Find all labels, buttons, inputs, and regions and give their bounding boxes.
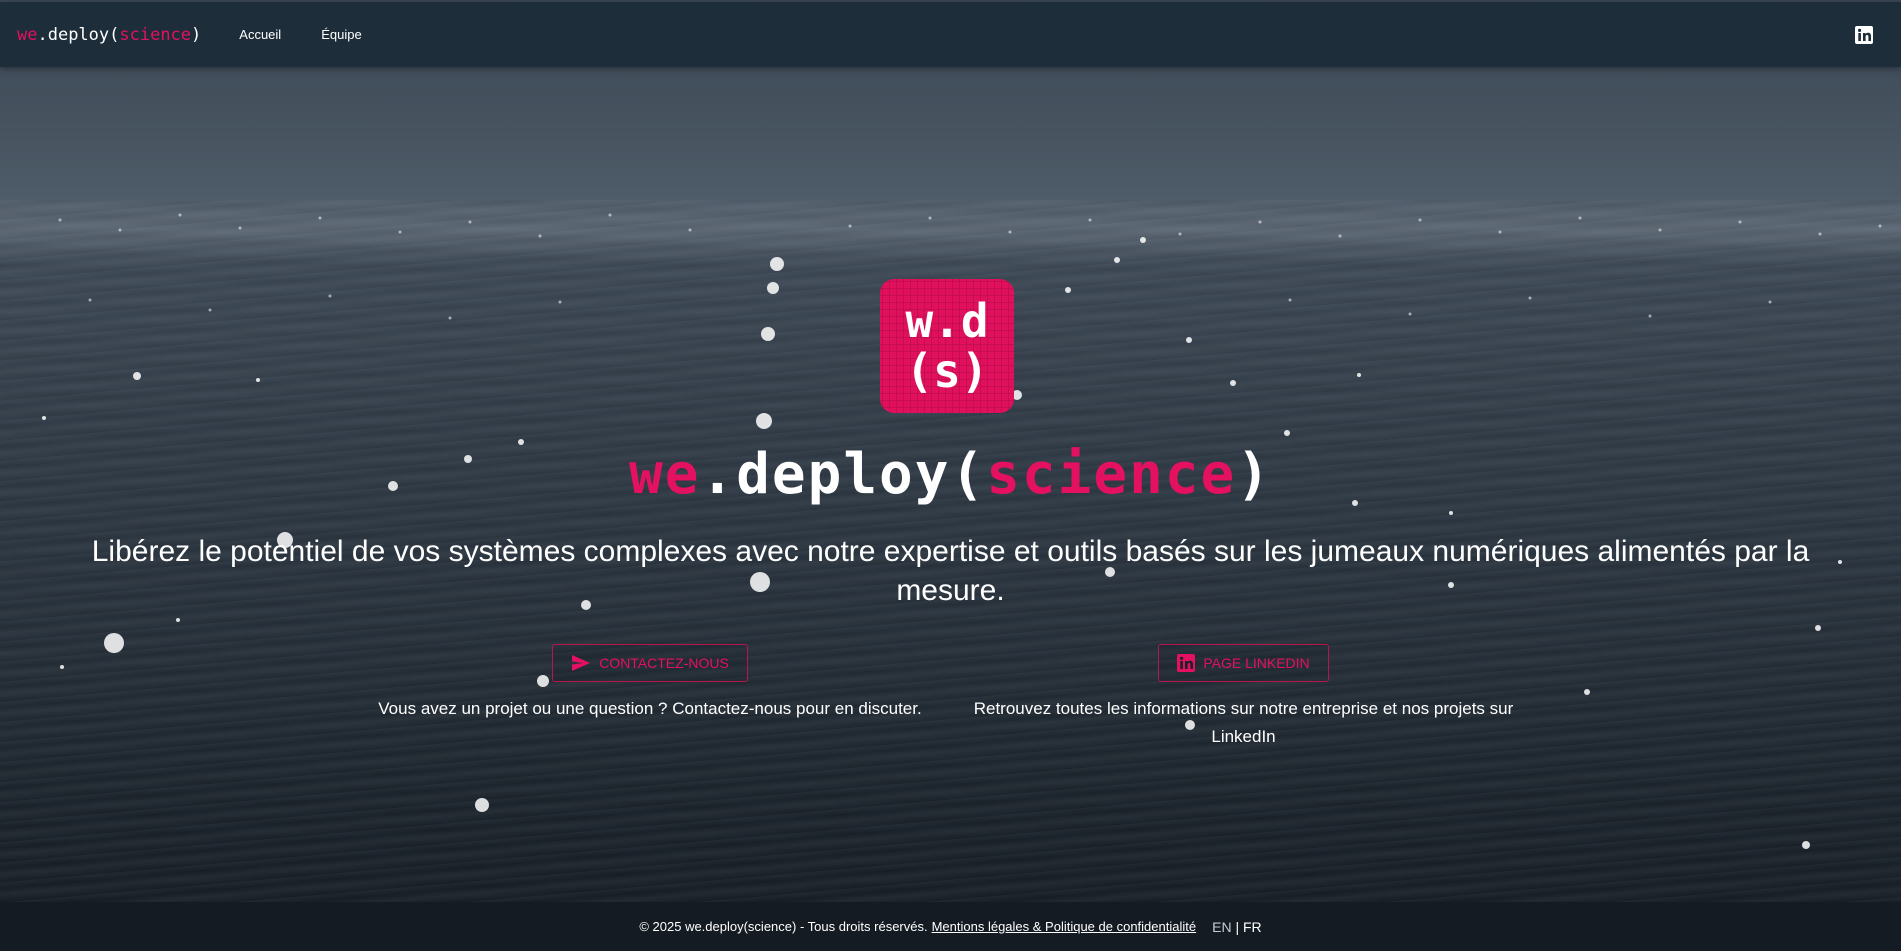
hero-tagline: Libérez le potentiel de vos systèmes com… <box>91 535 1810 607</box>
lang-separator: | <box>1235 918 1240 935</box>
brand-part-close: ) <box>191 24 202 45</box>
page-footer: © 2025 we.deploy(science) - Tous droits … <box>0 902 1901 951</box>
language-switcher: EN | FR <box>1212 919 1262 935</box>
linkedin-icon[interactable] <box>1855 26 1873 44</box>
linkedin-page-button[interactable]: PAGE LINKEDIN <box>1158 644 1329 682</box>
lang-en-option[interactable]: EN <box>1212 919 1231 935</box>
lang-fr-option[interactable]: FR <box>1243 919 1262 935</box>
contact-section: CONTACTEZ-NOUS Vous avez un projet ou un… <box>370 644 930 723</box>
nav-link-accueil[interactable]: Accueil <box>239 27 281 42</box>
hero-title-close: ) <box>1236 442 1272 507</box>
hero-logo: w.d (s) <box>880 279 1014 413</box>
brand-part-deploy: .deploy( <box>37 24 120 45</box>
contact-button[interactable]: CONTACTEZ-NOUS <box>552 644 748 682</box>
linkedin-section: PAGE LINKEDIN Retrouvez toutes les infor… <box>966 644 1521 751</box>
brand-part-we: we <box>17 24 38 45</box>
nav-link-equipe[interactable]: Équipe <box>321 27 361 42</box>
footer-copyright: © 2025 we.deploy(science) - Tous droits … <box>639 919 928 934</box>
legal-link[interactable]: Mentions légales & Politique de confiden… <box>932 919 1197 934</box>
linkedin-icon <box>1177 654 1196 672</box>
linkedin-button-label: PAGE LINKEDIN <box>1203 655 1310 671</box>
contact-description: Vous avez un projet ou une question ? Co… <box>378 699 922 718</box>
send-icon <box>572 655 591 671</box>
brand-logo-link[interactable]: we.deploy(science) <box>17 25 201 45</box>
top-navbar: we.deploy(science) Accueil Équipe <box>0 2 1901 67</box>
contact-button-label: CONTACTEZ-NOUS <box>599 655 729 671</box>
hero-title: we.deploy(science) <box>0 440 1901 510</box>
hero-logo-line1: w.d <box>905 294 988 348</box>
hero-title-science: science <box>986 442 1237 507</box>
hero-logo-line2: (s) <box>905 344 988 398</box>
hero-title-deploy: .deploy( <box>700 442 987 507</box>
brand-part-science: science <box>119 24 192 45</box>
hero-title-we: we <box>629 442 701 507</box>
linkedin-description: Retrouvez toutes les informations sur no… <box>973 699 1514 746</box>
